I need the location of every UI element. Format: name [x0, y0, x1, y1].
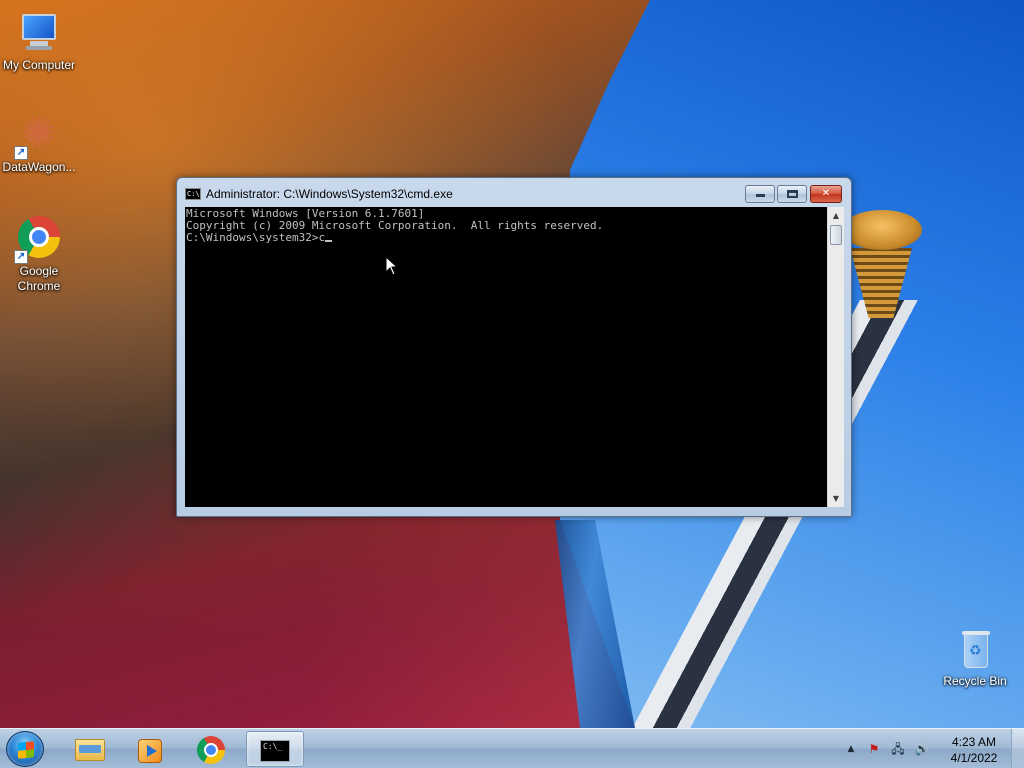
scroll-thumb[interactable]	[830, 225, 842, 245]
taskbar: C:\_ ▲ ⚑ 🖧 🔊 4:23 AM 4/1/2022	[0, 728, 1024, 768]
desktop-icon-label: Google Chrome	[17, 264, 61, 293]
media-player-icon	[138, 739, 162, 763]
clock-time: 4:23 AM	[951, 735, 997, 749]
taskbar-google-chrome[interactable]	[182, 731, 240, 767]
close-button[interactable]: ✕	[810, 185, 842, 203]
clock-date: 4/1/2022	[950, 751, 998, 765]
scroll-down-button[interactable]: ▼	[828, 490, 844, 507]
cmd-app-icon[interactable]: C:\	[185, 188, 201, 200]
action-center-icon[interactable]: ⚑	[866, 741, 882, 757]
computer-icon	[16, 10, 62, 56]
maximize-button[interactable]	[777, 185, 807, 203]
scroll-up-button[interactable]: ▲	[828, 207, 844, 224]
text-cursor	[325, 240, 333, 242]
start-button[interactable]	[6, 731, 44, 767]
cmd-window-title: Administrator: C:\Windows\System32\cmd.e…	[206, 187, 453, 201]
mouse-pointer-icon	[385, 256, 399, 276]
taskbar-windows-explorer[interactable]	[60, 731, 118, 767]
minimize-icon	[755, 194, 765, 197]
console-output[interactable]: Microsoft Windows [Version 6.1.7601] Copy…	[185, 207, 827, 507]
cmd-window[interactable]: C:\ Administrator: C:\Windows\System32\c…	[176, 177, 852, 517]
recycle-bin-icon	[952, 631, 998, 672]
desktop-icon-label: My Computer	[2, 58, 76, 72]
desktop-icon-label: DataWagon...	[2, 160, 76, 174]
desktop-icon-my-computer[interactable]: My Computer	[1, 10, 77, 73]
windows-logo-icon	[18, 741, 34, 759]
cmd-icon: C:\_	[260, 740, 290, 762]
console-prompt-line: C:\Windows\system32>c	[186, 232, 827, 244]
chrome-icon	[197, 736, 225, 764]
taskbar-cmd[interactable]: C:\_	[246, 731, 304, 767]
close-icon: ✕	[821, 188, 831, 199]
taskbar-media-player[interactable]	[120, 731, 178, 767]
cmd-titlebar[interactable]: C:\ Administrator: C:\Windows\System32\c…	[177, 178, 851, 206]
show-desktop-button[interactable]	[1011, 729, 1024, 768]
minimize-button[interactable]	[745, 185, 775, 203]
desktop-icon-datawagon[interactable]: ✺ ↗ DataWagon...	[1, 112, 77, 175]
maximize-icon	[786, 190, 798, 198]
system-clock[interactable]: 4:23 AM 4/1/2022	[940, 734, 1008, 766]
wallpaper-tower-top	[842, 210, 922, 250]
desktop-icon-recycle-bin[interactable]: Recycle Bin	[937, 631, 1013, 689]
volume-icon[interactable]: 🔊	[914, 741, 930, 757]
chrome-icon: ↗	[14, 216, 62, 264]
network-icon[interactable]: 🖧	[890, 741, 906, 757]
console-prompt: C:\Windows\system32>c	[186, 231, 326, 244]
desktop-icon-google-chrome[interactable]: ↗ Google Chrome	[1, 216, 77, 294]
shortcut-arrow-icon: ↗	[14, 146, 28, 160]
datawagon-icon: ✺ ↗	[14, 112, 62, 160]
folder-icon	[75, 739, 105, 761]
show-hidden-icons-button[interactable]: ▲	[843, 741, 859, 757]
shortcut-arrow-icon: ↗	[14, 250, 28, 264]
vertical-scrollbar[interactable]: ▲ ▼	[827, 207, 844, 507]
desktop-icon-label: Recycle Bin	[943, 674, 1007, 688]
